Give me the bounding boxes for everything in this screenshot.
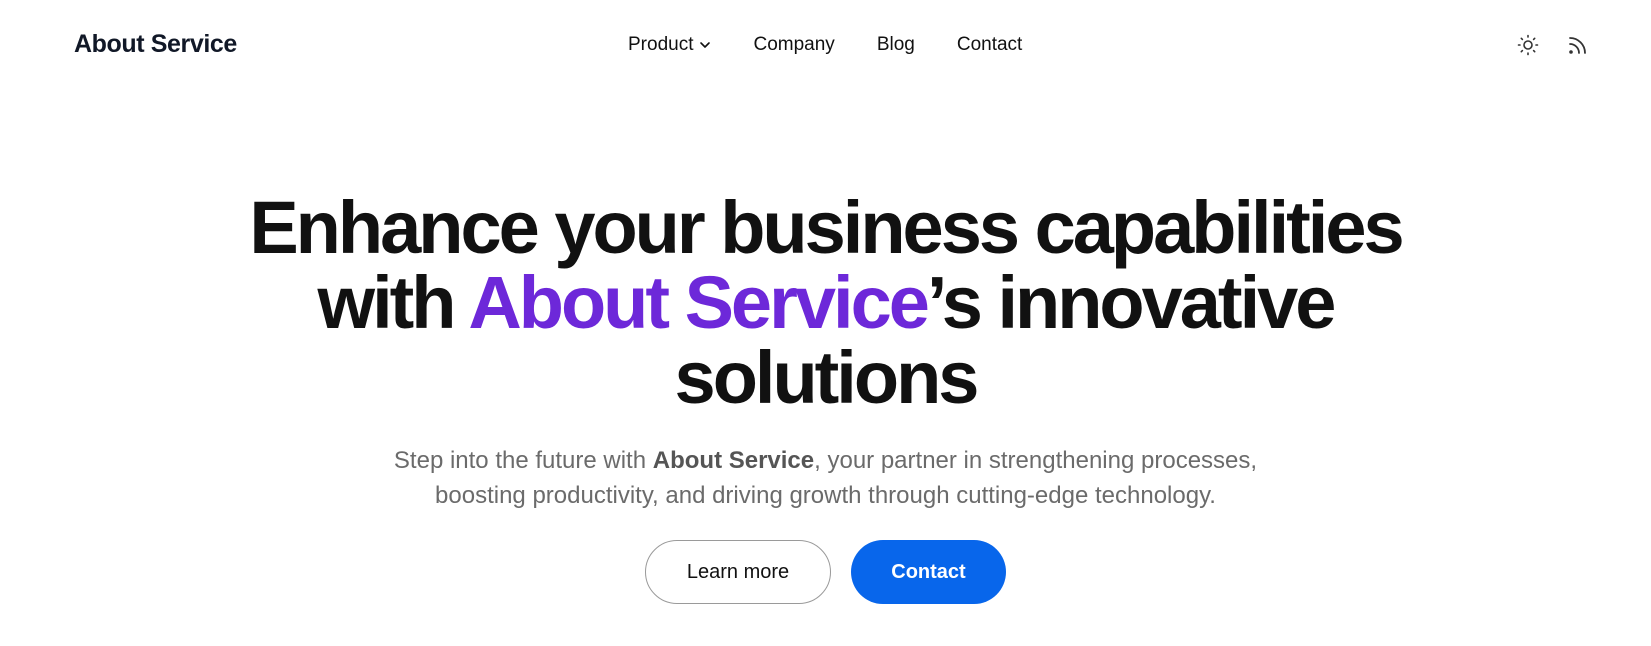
hero-subtext: Step into the future with About Service,…	[356, 443, 1296, 513]
nav-item-company[interactable]: Company	[753, 34, 834, 56]
sun-icon	[1517, 34, 1539, 56]
nav-item-label: Blog	[876, 34, 915, 55]
site-header: About Service Product Company Blog Conta…	[0, 0, 1651, 92]
header-actions	[1515, 32, 1591, 58]
hero-section: Enhance your business capabilities with …	[0, 190, 1651, 513]
nav-item-label: Contact	[956, 34, 1023, 55]
rss-icon	[1569, 37, 1586, 54]
brand-logo[interactable]: About Service	[74, 30, 237, 59]
nav-item-product[interactable]: Product	[628, 34, 711, 56]
hero-headline: Enhance your business capabilities with …	[206, 190, 1446, 415]
contact-button[interactable]: Contact	[851, 540, 1006, 604]
chevron-down-icon	[700, 42, 711, 48]
nav-item-contact[interactable]: Contact	[957, 34, 1022, 56]
rss-button[interactable]	[1565, 32, 1591, 58]
subtext-bold: About Service	[652, 447, 815, 474]
nav-item-blog[interactable]: Blog	[877, 34, 915, 56]
headline-accent: About Service	[468, 261, 930, 344]
nav-item-label: Company	[753, 34, 835, 55]
theme-toggle-button[interactable]	[1515, 32, 1541, 58]
cta-buttons: Learn more Contact	[0, 540, 1651, 604]
nav-item-label: Product	[628, 34, 694, 55]
subtext-part: Step into the future with	[393, 447, 653, 474]
main-nav: Product Company Blog Contact	[628, 34, 1022, 56]
learn-more-button[interactable]: Learn more	[645, 540, 831, 604]
